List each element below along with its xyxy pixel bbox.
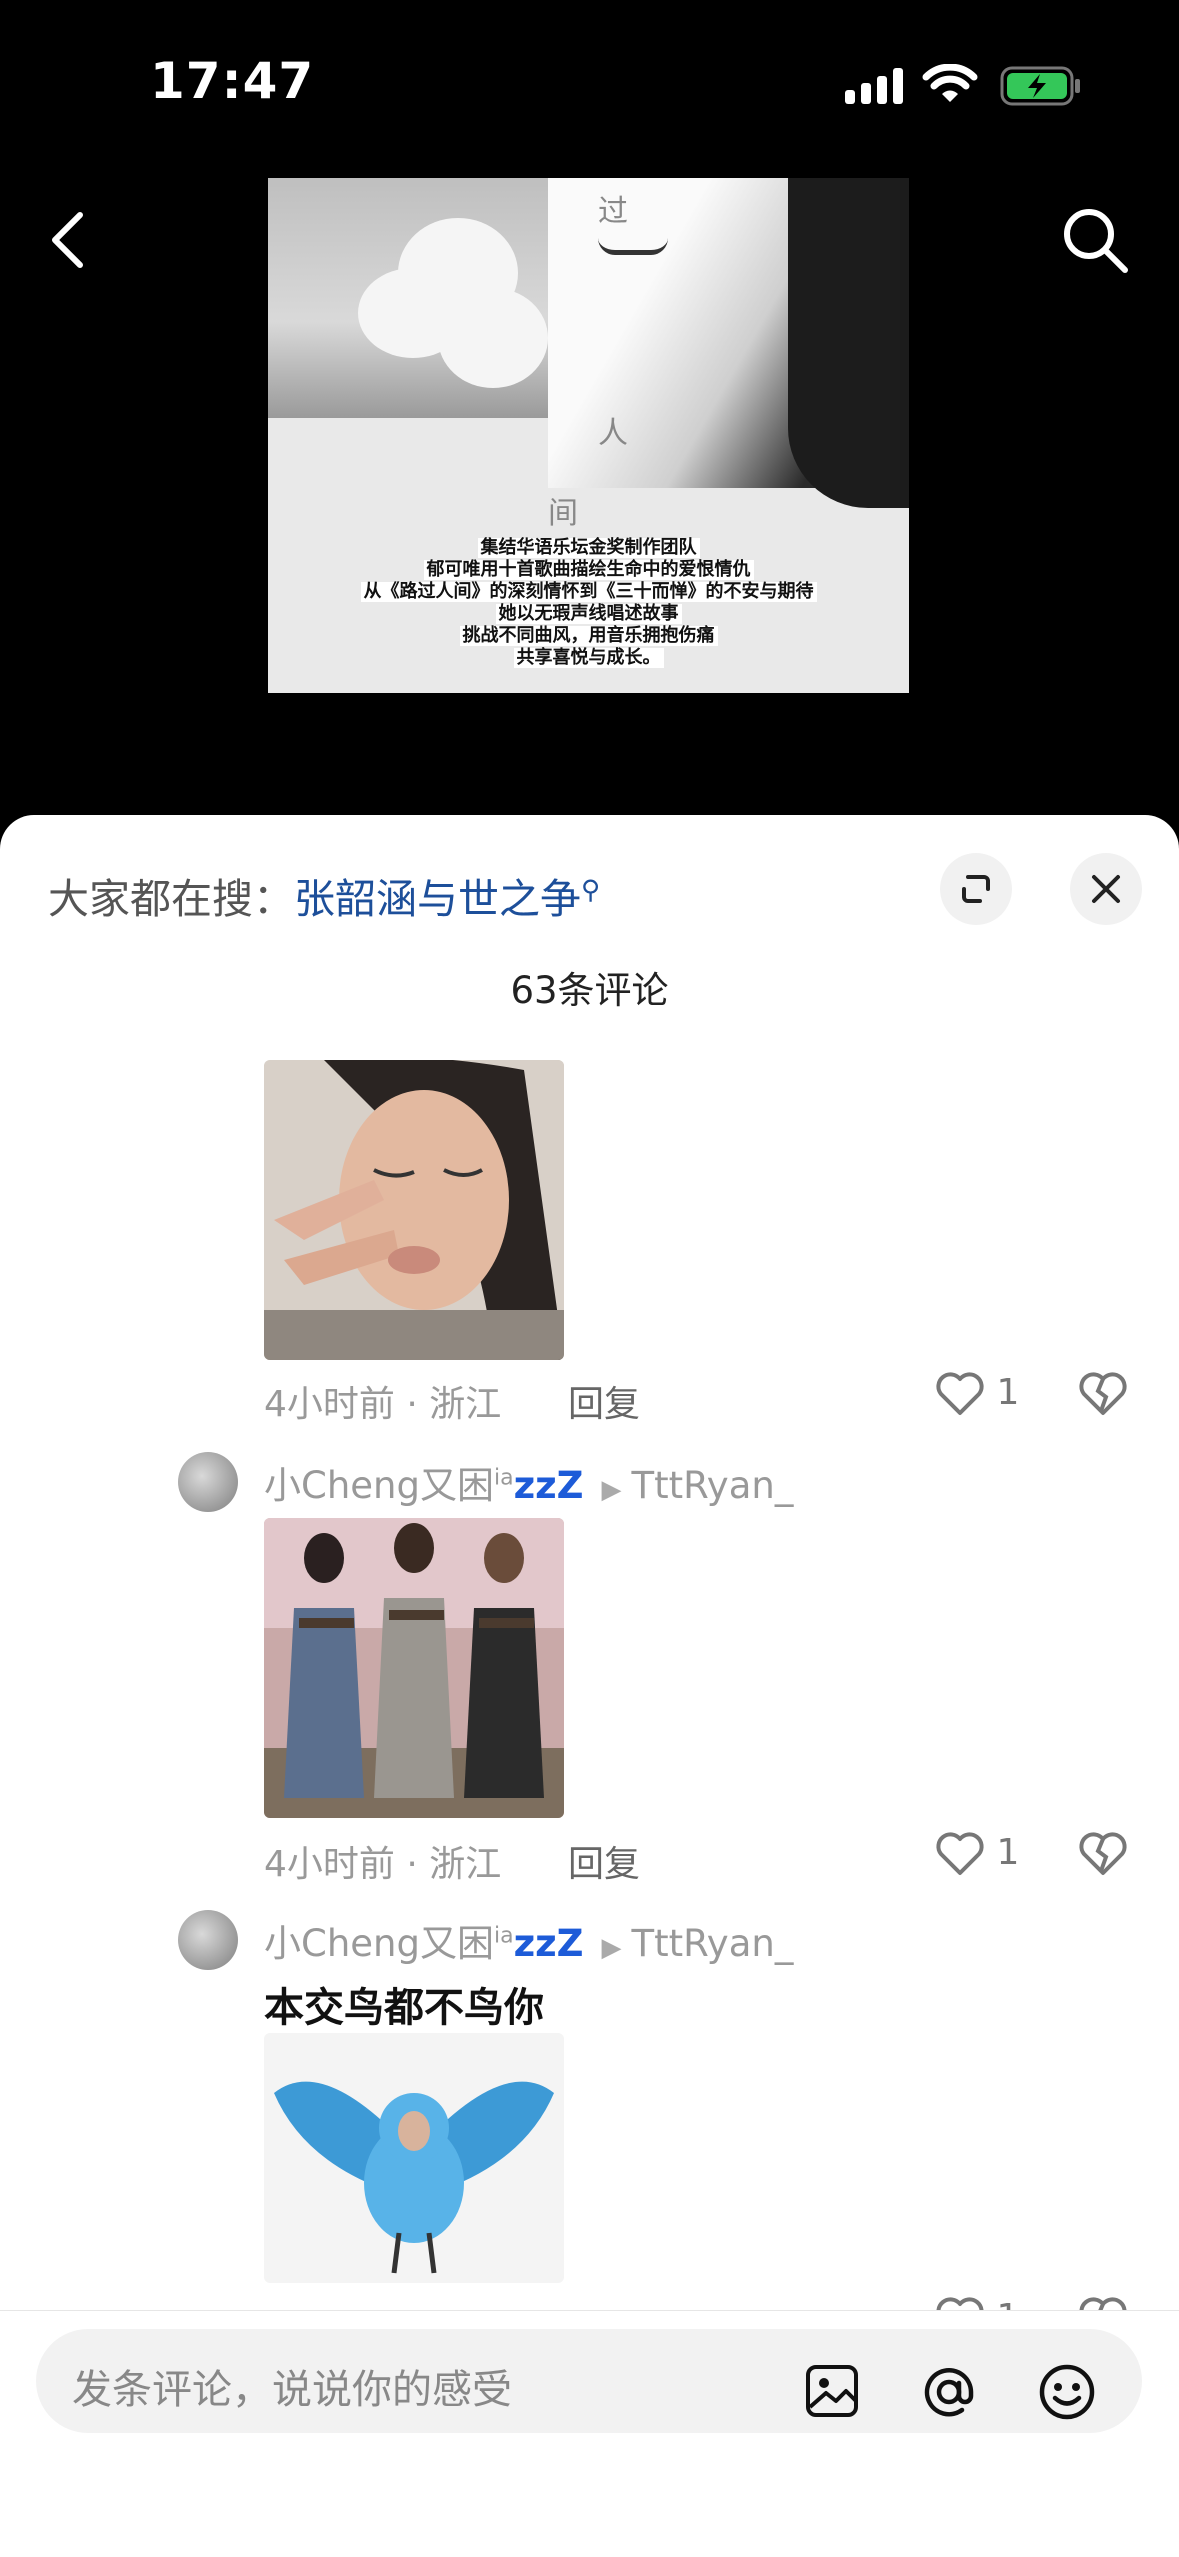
battery-charging-icon <box>1000 66 1080 106</box>
expand-button[interactable] <box>940 853 1012 925</box>
username-suffix: ia <box>494 1923 514 1949</box>
hot-search-prefix: 大家都在搜： <box>48 875 294 923</box>
caption-line: 集结华语乐坛金奖制作团队 <box>477 538 700 558</box>
status-time: 17:47 <box>150 52 315 110</box>
emoji-icon[interactable] <box>1036 2361 1098 2423</box>
comment-image[interactable] <box>264 1060 564 1360</box>
caption-line: 挑战不同曲风，用音乐拥抱伤痛 <box>459 626 718 646</box>
reply-to-user[interactable]: TttRyan_ <box>632 1464 794 1507</box>
comment-author[interactable]: 小Cheng又困iazzZ ▶ TttRyan_ <box>264 1455 793 1509</box>
video-poster[interactable]: 过 人 间 集结华语乐坛金奖制作团队 郁可唯用十首歌曲描绘生命中的爱恨情仇 从《… <box>268 178 909 693</box>
close-icon <box>1092 875 1120 903</box>
image-icon[interactable] <box>802 2361 862 2421</box>
comment-time-location: 4小时前 · 浙江 <box>264 1844 502 1885</box>
hot-search[interactable]: 大家都在搜：张韶涵与世之争⚲ <box>48 865 600 925</box>
username-suffix: ia <box>494 1465 514 1491</box>
comment-image[interactable] <box>264 1518 564 1818</box>
poster-char: 人 <box>598 416 628 451</box>
poster-char: 过 <box>598 194 628 229</box>
reply-to-user[interactable]: TttRyan_ <box>632 1922 794 1965</box>
avatar[interactable] <box>178 1452 238 1512</box>
like-button[interactable]: 1 <box>935 1371 1019 1417</box>
caption-line: 她以无瑕声线唱述故事 <box>495 604 682 624</box>
reply-arrow-icon: ▶ <box>601 1475 622 1505</box>
comment-composer: 发条评论，说说你的感受 <box>0 2310 1179 2557</box>
like-count: 1 <box>996 1832 1020 1873</box>
caption-line: 共享喜悦与成长。 <box>513 648 664 668</box>
comment-author[interactable]: 小Cheng又困iazzZ ▶ TttRyan_ <box>264 1913 793 1967</box>
three-women-illustration <box>264 1518 564 1818</box>
hot-search-keyword[interactable]: 张韶涵与世之争 <box>294 875 581 923</box>
small-search-icon: ⚲ <box>581 875 601 906</box>
cellular-signal-icon <box>845 68 903 104</box>
comment-input[interactable]: 发条评论，说说你的感受 <box>36 2329 1142 2433</box>
comment-input-placeholder: 发条评论，说说你的感受 <box>72 2367 512 2413</box>
heart-icon <box>936 1832 984 1875</box>
expand-icon <box>962 875 990 903</box>
poster-closed-eye <box>598 238 668 255</box>
reply-arrow-icon: ▶ <box>601 1933 622 1963</box>
comment-count: 63条评论 <box>510 969 669 1012</box>
username[interactable]: 小Cheng又困 <box>264 1922 494 1965</box>
like-count: 1 <box>996 1372 1020 1413</box>
comment-image[interactable] <box>264 2033 564 2283</box>
dislike-button[interactable] <box>1078 1831 1128 1877</box>
sleep-zz-icon: zzZ <box>513 1922 584 1965</box>
avatar[interactable] <box>178 1910 238 1970</box>
status-bar: 17:47 <box>0 0 1179 170</box>
poster-hair <box>788 178 909 508</box>
comments-sheet: 大家都在搜：张韶涵与世之争⚲ 63条评论 4小时前 · 浙江 回复 1 小Che… <box>0 815 1179 2556</box>
heart-icon <box>936 1372 984 1415</box>
close-button[interactable] <box>1070 853 1142 925</box>
dislike-button[interactable] <box>1078 1371 1128 1417</box>
sleep-zz-icon: zzZ <box>513 1464 584 1507</box>
back-icon[interactable] <box>40 205 100 275</box>
blue-bird-illustration <box>264 2033 564 2283</box>
comment-time-location: 4小时前 · 浙江 <box>264 1384 502 1425</box>
comment-text: 本交鸟都不鸟你 <box>264 1985 544 2031</box>
reply-button[interactable]: 回复 <box>568 1835 640 1887</box>
wifi-icon <box>922 64 978 102</box>
caption-line: 从《路过人间》的深刻情怀到《三十而惮》的不安与期待 <box>360 582 817 602</box>
poster-caption: 集结华语乐坛金奖制作团队 郁可唯用十首歌曲描绘生命中的爱恨情仇 从《路过人间》的… <box>268 538 909 670</box>
poster-char: 间 <box>548 496 578 531</box>
caption-line: 郁可唯用十首歌曲描绘生命中的爱恨情仇 <box>423 560 754 580</box>
meme-face-illustration <box>264 1060 564 1360</box>
like-button[interactable]: 1 <box>935 1831 1019 1877</box>
search-icon[interactable] <box>1055 200 1135 280</box>
username[interactable]: 小Cheng又困 <box>264 1464 494 1507</box>
reply-button[interactable]: 回复 <box>568 1375 640 1427</box>
poster-cloud <box>438 288 548 388</box>
mention-icon[interactable] <box>918 2361 980 2423</box>
